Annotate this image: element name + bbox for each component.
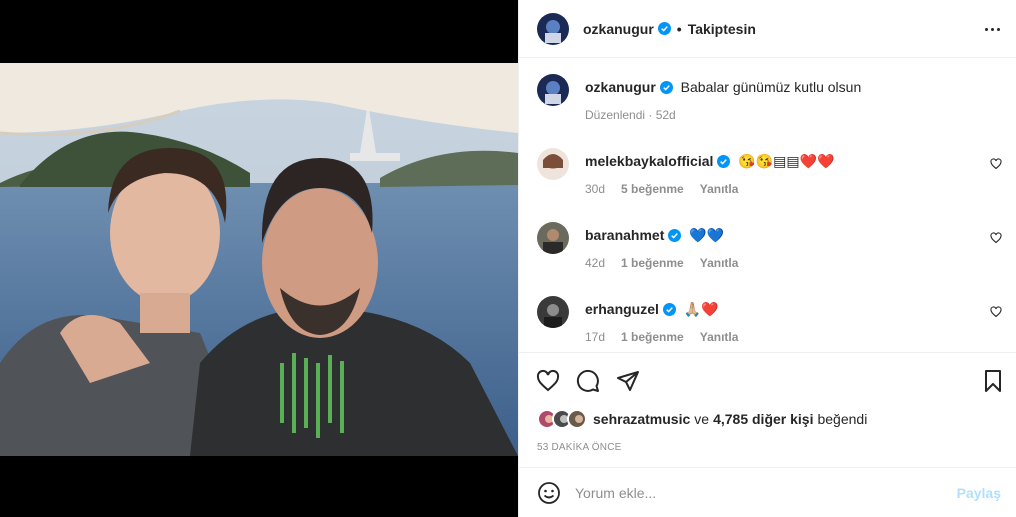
comment-username[interactable]: baranahmet [585, 227, 664, 243]
caption-text: Babalar günümüz kutlu olsun [680, 79, 862, 95]
avatar [567, 409, 587, 429]
comment-age: 30d [585, 182, 606, 196]
comment-text: 💙💙 [689, 227, 725, 243]
comment-input[interactable] [575, 484, 935, 501]
likes-connector: ve [694, 411, 710, 427]
likes-summary: sehrazatmusic ve 4,785 diğer kişi beğend… [537, 409, 867, 429]
author-avatar[interactable] [537, 74, 569, 106]
verified-badge-icon [659, 81, 673, 94]
commenter-avatar[interactable] [537, 222, 569, 254]
comment-icon[interactable] [576, 369, 600, 393]
post-photo[interactable] [0, 63, 518, 456]
comment-likes[interactable]: 1 beğenme [621, 330, 684, 344]
heart-icon[interactable] [536, 369, 560, 393]
separator-dot: • [676, 20, 682, 37]
comment-username[interactable]: melekbaykalofficial [585, 153, 713, 169]
comment-age: 42d [585, 256, 606, 270]
heart-icon[interactable] [990, 306, 1002, 318]
verified-badge-icon [717, 155, 731, 168]
liker-username[interactable]: sehrazatmusic [593, 411, 690, 427]
following-status[interactable]: Takiptesin [688, 21, 756, 37]
emoji-icon[interactable] [537, 481, 561, 505]
comment-likes[interactable]: 5 beğenme [621, 182, 684, 196]
caption-edited: Düzenlendi · 52d [585, 108, 676, 122]
likes-suffix: beğendi [817, 411, 868, 427]
commenter-avatar[interactable] [537, 148, 569, 180]
post-header: ozkanugur • Takiptesin [519, 0, 1016, 58]
caption-username[interactable]: ozkanugur [585, 79, 656, 95]
verified-badge-icon [668, 229, 682, 242]
share-icon[interactable] [616, 369, 640, 393]
post-actions: sehrazatmusic ve 4,785 diğer kişi beğend… [519, 352, 1016, 467]
comment-likes[interactable]: 1 beğenme [621, 256, 684, 270]
post-media [0, 0, 518, 517]
others-count[interactable]: 4,785 diğer kişi [713, 411, 813, 427]
add-comment-bar: Paylaş [519, 467, 1016, 517]
author-avatar[interactable] [537, 12, 569, 45]
post-detail-panel: ozkanugur • Takiptesin ozkanugur Babalar… [518, 0, 1016, 517]
author-username[interactable]: ozkanugur [583, 21, 654, 37]
liker-avatars[interactable] [537, 409, 593, 429]
post-comment-button[interactable]: Paylaş [957, 485, 1001, 501]
heart-icon[interactable] [990, 232, 1002, 244]
reply-button[interactable]: Yanıtla [700, 330, 739, 344]
comment-text: 🙏🏼❤️ [683, 301, 719, 317]
reply-button[interactable]: Yanıtla [700, 182, 739, 196]
comment-username[interactable]: erhanguzel [585, 301, 659, 317]
commenter-avatar[interactable] [537, 296, 569, 328]
reply-button[interactable]: Yanıtla [700, 256, 739, 270]
heart-icon[interactable] [990, 158, 1002, 170]
verified-badge-icon [662, 303, 676, 316]
more-options-icon[interactable] [981, 18, 1003, 40]
bookmark-icon[interactable] [981, 369, 1005, 393]
comment-age: 17d [585, 330, 606, 344]
verified-badge-icon [657, 22, 671, 35]
comments-list[interactable]: ozkanugur Babalar günümüz kutlu olsun Dü… [519, 59, 1016, 352]
comment-text: 😘😘▤▤❤️❤️ [738, 153, 835, 169]
post-timestamp[interactable]: 53 DAKİKA ÖNCE [537, 442, 622, 453]
